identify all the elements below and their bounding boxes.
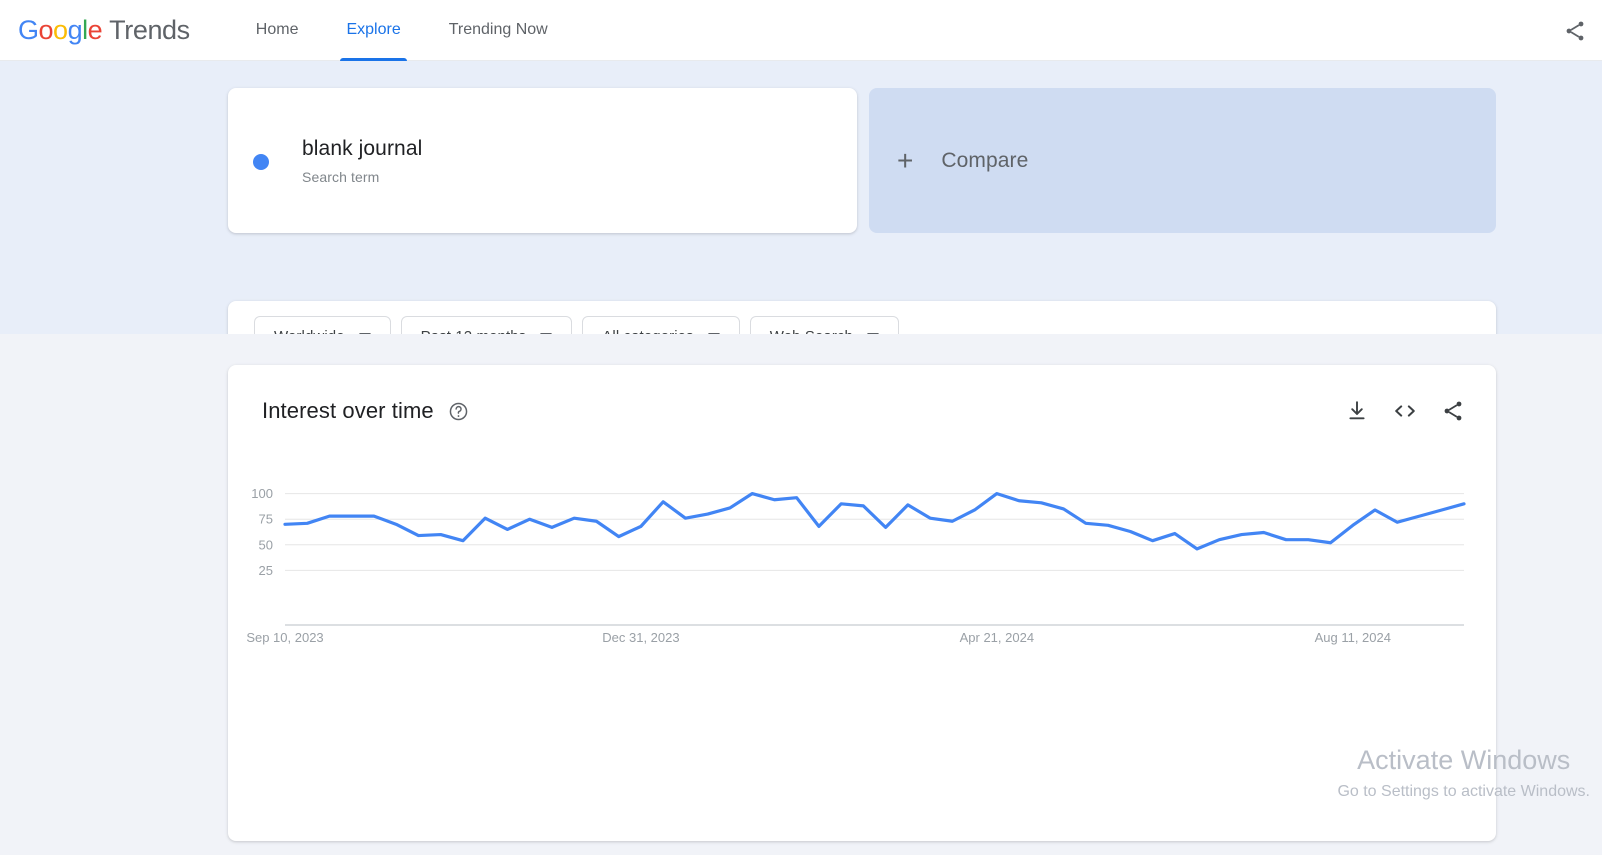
x-axis-tick-label: Sep 10, 2023	[246, 630, 323, 645]
x-axis-tick-label: Apr 21, 2024	[960, 630, 1034, 645]
x-axis-tick-label: Dec 31, 2023	[602, 630, 679, 645]
y-axis-tick-label: 25	[259, 563, 273, 578]
google-wordmark: Google	[18, 14, 103, 45]
main-content: Interest over time 25 50 75 100 Sep 10, …	[0, 334, 1602, 855]
series-color-dot	[253, 153, 269, 170]
chart-actions	[1344, 398, 1466, 424]
search-term-title: blank journal	[302, 137, 423, 160]
search-term-card[interactable]: blank journal Search term	[228, 88, 857, 233]
chart-title-wrap: Interest over time	[262, 398, 469, 424]
nav-item-trending-now-label: Trending Now	[448, 21, 548, 38]
compare-card[interactable]: + Compare	[869, 88, 1496, 233]
chart-title: Interest over time	[262, 398, 434, 423]
search-term-subtitle: Search term	[302, 169, 380, 185]
brand-logo[interactable]: Google Trends	[18, 15, 190, 46]
query-band: blank journal Search term + Compare Worl…	[0, 61, 1602, 372]
nav-item-explore[interactable]: Explore	[340, 0, 407, 61]
download-icon[interactable]	[1344, 398, 1370, 424]
compare-label: Compare	[941, 148, 1029, 172]
nav-item-explore-label: Explore	[346, 21, 401, 38]
plus-icon: +	[897, 144, 914, 176]
share-icon[interactable]	[1440, 398, 1466, 424]
series-line-blank-journal[interactable]	[283, 492, 1466, 551]
chart-header: Interest over time	[262, 393, 1466, 429]
nav-item-home-label: Home	[255, 21, 299, 38]
top-bar-actions	[1558, 14, 1592, 48]
y-axis-tick-label: 100	[251, 486, 273, 501]
trends-wordmark: Trends	[109, 14, 190, 45]
embed-code-icon[interactable]	[1392, 398, 1418, 424]
help-circle-icon[interactable]	[448, 401, 469, 422]
primary-nav: Home Explore Trending Now	[250, 0, 590, 61]
share-icon[interactable]	[1558, 14, 1592, 48]
y-axis-tick-label: 75	[259, 512, 273, 527]
search-term-texts: blank journal Search term	[302, 136, 422, 185]
nav-item-trending-now[interactable]: Trending Now	[443, 0, 554, 61]
top-navigation-bar: Google Trends Home Explore Trending Now	[0, 0, 1602, 61]
chart-svg: 25 50 75 100 Sep 10, 2023 Dec 31, 2023 Apr 21,…	[246, 486, 1466, 645]
x-axis-tick-label: Aug 11, 2024	[1315, 630, 1391, 645]
y-axis-tick-label: 50	[259, 537, 273, 552]
interest-over-time-card: Interest over time 25 50 75 100 Sep 10, …	[228, 365, 1496, 841]
nav-item-home[interactable]: Home	[250, 0, 305, 61]
search-terms-row: blank journal Search term + Compare	[228, 88, 1496, 233]
interest-over-time-plot[interactable]: 25 50 75 100 Sep 10, 2023 Dec 31, 2023 Apr 21,…	[228, 485, 1496, 785]
